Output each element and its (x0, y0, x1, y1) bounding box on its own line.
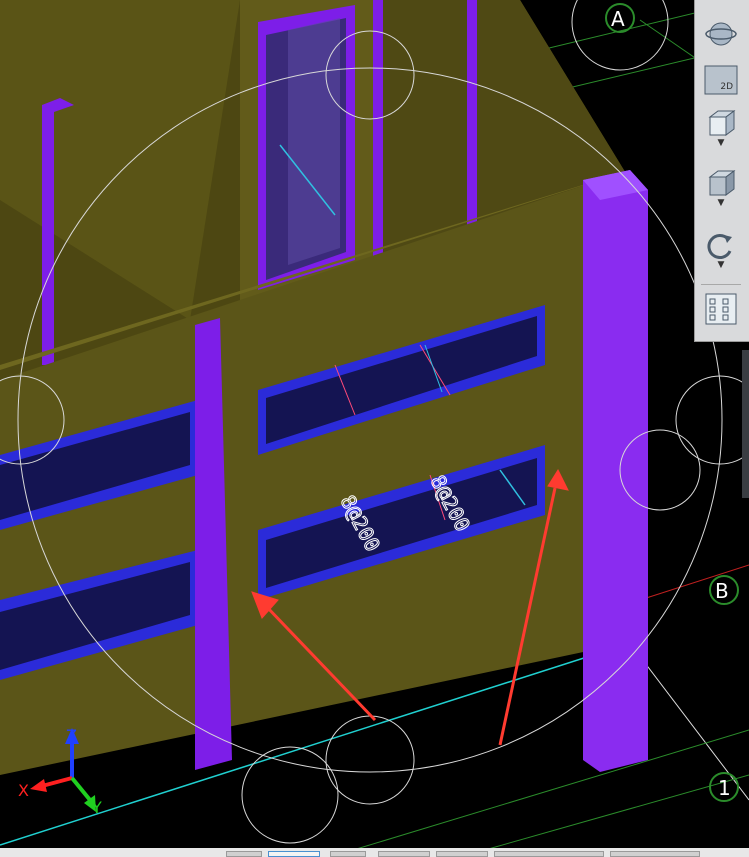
view-cube-icon[interactable]: ▼ (701, 104, 741, 152)
grid-label-b: B (715, 579, 729, 603)
status-button-1[interactable] (226, 851, 262, 857)
toolbar-separator (701, 284, 741, 285)
ucs-y-label: Y (91, 798, 102, 817)
grid-label-a: A (611, 7, 625, 31)
status-button-3[interactable] (330, 851, 366, 857)
back-window (258, 5, 355, 290)
model-scene[interactable]: 8@200 8@200 A B 1 Z X Y (0, 0, 749, 857)
orbit-icon[interactable]: ▼ (701, 222, 741, 278)
status-button-5[interactable] (436, 851, 488, 857)
chevron-down-icon[interactable]: ▼ (718, 139, 725, 148)
status-button-6[interactable] (494, 851, 604, 857)
status-button-2[interactable] (268, 851, 320, 857)
navigation-bar: 2D ▼ ▼ ▼ (694, 0, 749, 342)
steering-wheel-icon[interactable] (701, 14, 741, 54)
chevron-down-icon[interactable]: ▼ (718, 261, 725, 270)
show-motion-icon[interactable] (701, 290, 741, 328)
ucs-z-label: Z (66, 726, 77, 745)
pan-2d-icon[interactable]: 2D (701, 62, 741, 98)
ucs-x-label: X (18, 781, 29, 800)
chevron-down-icon[interactable]: ▼ (718, 199, 725, 208)
box-view-icon[interactable]: ▼ (701, 160, 741, 216)
side-panel-tab[interactable] (742, 350, 749, 498)
cad-3d-viewport[interactable]: 8@200 8@200 A B 1 Z X Y 2D ▼ ▼ ▼ (0, 0, 749, 857)
pan-2d-label: 2D (720, 82, 733, 92)
grid-label-1: 1 (718, 776, 731, 800)
status-button-7[interactable] (610, 851, 700, 857)
status-button-4[interactable] (378, 851, 430, 857)
